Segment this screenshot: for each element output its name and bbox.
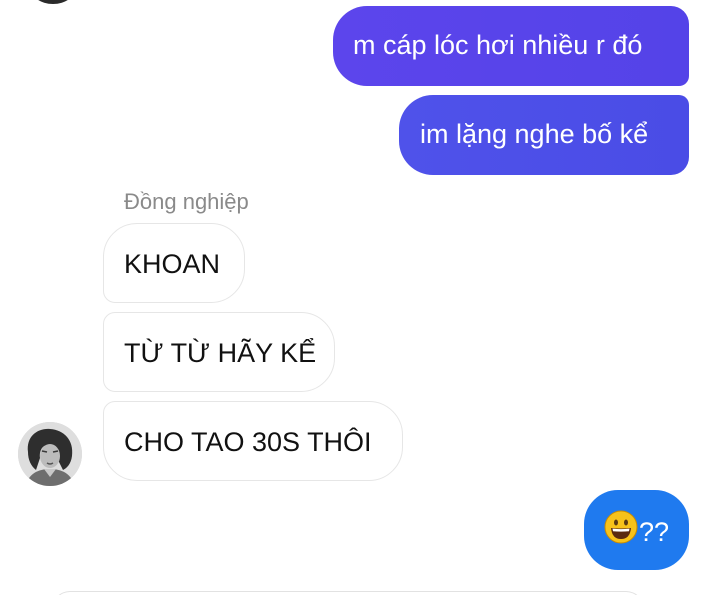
message-text: ?? [639, 517, 670, 547]
message-text: KHOAN [124, 249, 221, 279]
message-text: m cáp lóc hơi nhiều r đó [353, 30, 643, 60]
message-text: CHO TAO 30S THÔI [124, 427, 372, 457]
message-text: im lặng nghe bố kể [420, 119, 649, 149]
message-bubble-incoming[interactable]: KHOAN [103, 223, 245, 303]
grinning-face-icon [604, 510, 638, 549]
message-bubble-incoming[interactable]: TỪ TỪ HÃY KỂ [103, 312, 335, 392]
chat-screen: m cáp lóc hơi nhiều r đó im lặng nghe bố… [0, 0, 708, 595]
message-bubble-incoming[interactable]: CHO TAO 30S THÔI [103, 401, 403, 481]
sender-avatar[interactable] [18, 422, 82, 486]
sender-name: Đồng nghiệp [124, 189, 249, 214]
profile-photo-icon [18, 422, 82, 486]
composer-input-edge[interactable] [52, 591, 644, 595]
previous-avatar[interactable] [30, 0, 76, 4]
message-bubble-outgoing[interactable]: ?? [584, 490, 689, 570]
message-bubble-outgoing[interactable]: im lặng nghe bố kể [399, 95, 689, 175]
message-text: TỪ TỪ HÃY KỂ [124, 338, 317, 368]
message-bubble-outgoing[interactable]: m cáp lóc hơi nhiều r đó [333, 6, 689, 86]
